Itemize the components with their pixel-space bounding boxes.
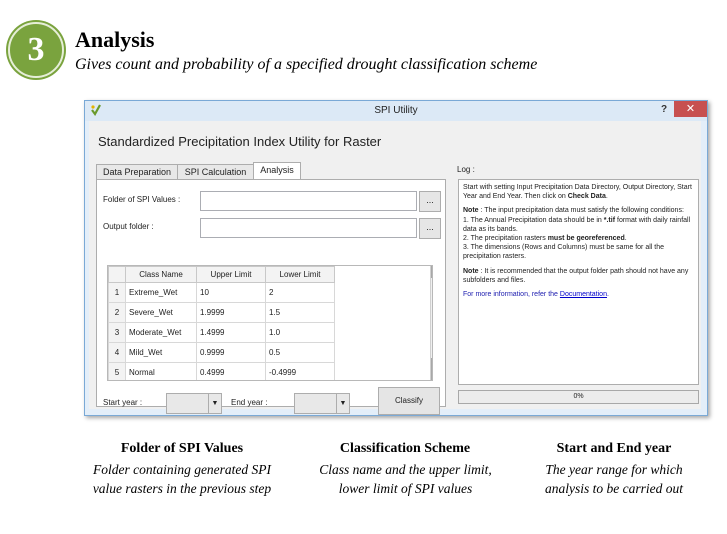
log-more-info: For more information, refer the Document… [463,291,609,299]
log-intro: Start with setting Input Precipitation D… [463,184,692,201]
browse-output-folder-button[interactable]: ... [419,218,441,239]
upper-limit-cell[interactable]: 1.9999 [196,302,266,323]
upper-limit-cell[interactable]: 10 [196,282,266,303]
row-number: 5 [108,362,126,380]
end-year-label: End year : [231,398,268,407]
row-number: 2 [108,302,126,323]
section-subtitle: Gives count and probability of a specifi… [75,56,538,73]
log-output: Start with setting Input Precipitation D… [458,179,699,385]
classify-button[interactable]: Classify [378,387,440,415]
output-folder-label: Output folder : [103,222,154,231]
caption-title-folder: Folder of SPI Values [120,441,244,456]
classification-table: Class Name Upper Limit Lower Limit 1 Ext… [107,265,433,381]
upper-limit-cell[interactable]: 1.4999 [196,322,266,343]
table-corner [108,266,126,283]
start-year-select[interactable]: ▼ [166,393,222,414]
row-number: 4 [108,342,126,363]
upper-limit-cell[interactable]: 0.9999 [196,342,266,363]
analysis-tab-panel: Folder of SPI Values : ... Output folder… [96,179,446,414]
chevron-down-icon[interactable]: ▼ [336,394,349,413]
column-header-class-name[interactable]: Class Name [125,266,197,283]
lower-limit-cell[interactable]: 1.0 [265,322,335,343]
lower-limit-cell[interactable]: -0.4999 [265,362,335,380]
scroll-up-icon[interactable]: ▲ [431,266,432,278]
chevron-down-icon[interactable]: ▼ [208,394,221,413]
spi-utility-window: SPI Utility ? ✕ Standardized Precipitati… [84,100,708,416]
progress-bar: 0% [458,390,699,404]
section-title: Analysis [75,27,155,52]
class-name-cell[interactable]: Extreme_Wet [125,282,197,303]
step-number-badge: 3 [8,22,64,78]
class-name-cell[interactable]: Severe_Wet [125,302,197,323]
log-conditions: Note : The input precipitation data must… [463,207,691,261]
row-number: 1 [108,282,126,303]
table-row[interactable]: 1 Extreme_Wet 10 2 [108,282,335,303]
caption-body-folder: Folder containing generated SPI value ra… [92,462,272,496]
folder-spi-label: Folder of SPI Values : [103,195,181,204]
log-label: Log : [457,165,475,174]
caption-body-years: The year range for which analysis to be … [545,462,683,496]
class-name-cell[interactable]: Mild_Wet [125,342,197,363]
table-row[interactable]: 2 Severe_Wet 1.9999 1.5 [108,302,335,323]
close-button[interactable]: ✕ [674,101,707,117]
lower-limit-cell[interactable]: 0.5 [265,342,335,363]
documentation-link[interactable]: Documentation [560,291,607,298]
table-row[interactable]: 5 Normal 0.4999 -0.4999 [108,362,335,380]
caption-title-years: Start and End year [556,441,672,456]
tab-spi-calculation[interactable]: SPI Calculation [177,164,254,180]
output-folder-input[interactable] [200,218,417,238]
log-note: Note : It is recommended that the output… [463,267,689,284]
table-row[interactable]: 4 Mild_Wet 0.9999 0.5 [108,342,335,363]
column-header-lower-limit[interactable]: Lower Limit [265,266,335,283]
app-heading: Standardized Precipitation Index Utility… [98,134,382,149]
scroll-thumb[interactable] [432,278,433,292]
class-name-cell[interactable]: Moderate_Wet [125,322,197,343]
title-bar: SPI Utility ? ✕ [85,101,707,121]
column-header-upper-limit[interactable]: Upper Limit [196,266,266,283]
dialog-body: Standardized Precipitation Index Utility… [89,121,701,415]
start-year-label: Start year : [103,398,143,407]
caption-body-classification: Class name and the upper limit, lower li… [319,462,492,496]
browse-folder-spi-button[interactable]: ... [419,191,441,212]
lower-limit-cell[interactable]: 2 [265,282,335,303]
table-vertical-scrollbar[interactable]: ▲ ▲ ▼ [430,266,433,380]
window-title: SPI Utility [374,105,418,116]
class-name-cell[interactable]: Normal [125,362,197,380]
end-year-select[interactable]: ▼ [294,393,350,414]
row-number: 3 [108,322,126,343]
help-button[interactable]: ? [655,102,673,118]
folder-spi-input[interactable] [200,191,417,211]
caption-title-classification: Classification Scheme [339,441,471,456]
lower-limit-cell[interactable]: 1.5 [265,302,335,323]
tab-data-preparation[interactable]: Data Preparation [96,164,178,180]
table-row[interactable]: 3 Moderate_Wet 1.4999 1.0 [108,322,335,343]
upper-limit-cell[interactable]: 0.4999 [196,362,266,380]
scroll-down-icon[interactable]: ▼ [431,369,432,380]
